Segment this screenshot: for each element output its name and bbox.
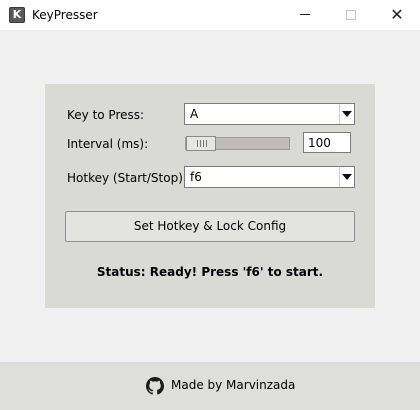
- hotkey-label: Hotkey (Start/Stop):: [67, 171, 187, 185]
- status-text: Status: Ready! Press 'f6' to start.: [96, 265, 324, 279]
- title-bar: K KeyPresser ✕: [0, 0, 420, 30]
- set-hotkey-lock-button[interactable]: Set Hotkey & Lock Config: [65, 211, 355, 242]
- maximize-button[interactable]: [328, 0, 374, 30]
- grip-line: [206, 140, 207, 147]
- interval-input[interactable]: 100: [303, 132, 351, 153]
- maximize-icon: [346, 9, 356, 20]
- close-icon: ✕: [390, 5, 404, 24]
- chevron-down-icon[interactable]: [339, 104, 354, 124]
- minimize-icon: [300, 14, 310, 15]
- key-to-press-label: Key to Press:: [67, 108, 145, 122]
- grip-line: [197, 140, 198, 147]
- github-icon[interactable]: [146, 377, 164, 395]
- interval-label: Interval (ms):: [67, 137, 149, 151]
- hotkey-select[interactable]: f6: [184, 166, 355, 188]
- hotkey-select-value: f6: [190, 170, 202, 184]
- key-select[interactable]: A: [184, 103, 355, 125]
- grip-line: [200, 140, 201, 147]
- grip-line: [203, 140, 204, 147]
- made-by-text: Made by Marvinzada: [171, 378, 296, 392]
- app-k-icon: K: [9, 7, 25, 23]
- interval-slider-handle[interactable]: [186, 136, 216, 151]
- key-select-value: A: [190, 107, 199, 121]
- minimize-button[interactable]: [282, 0, 328, 30]
- window-title: KeyPresser: [32, 8, 98, 22]
- close-button[interactable]: ✕: [374, 0, 420, 30]
- chevron-down-icon[interactable]: [339, 167, 354, 187]
